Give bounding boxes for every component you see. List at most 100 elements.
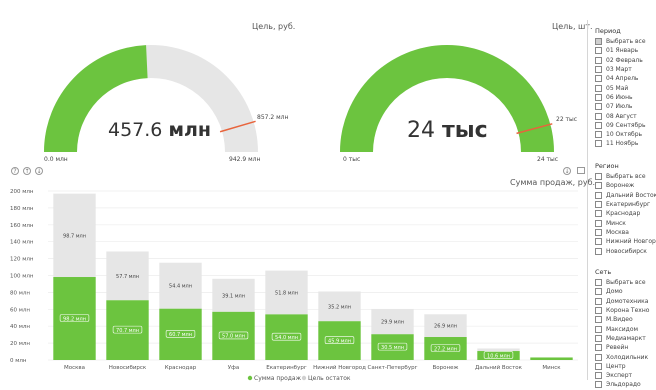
network-item-label: Эксперт bbox=[606, 372, 633, 380]
network-item[interactable]: Медиамаркт bbox=[595, 334, 649, 343]
checkbox[interactable] bbox=[595, 238, 602, 246]
period-item-label: 05 Май bbox=[606, 84, 629, 92]
y-tick-label: 0 млн bbox=[10, 358, 27, 364]
remaining-data-label: 29.9 млн bbox=[381, 320, 404, 326]
checkbox[interactable] bbox=[595, 325, 602, 333]
checkbox[interactable] bbox=[595, 131, 602, 139]
checkbox[interactable] bbox=[595, 381, 602, 389]
period-item[interactable]: 02 Февраль bbox=[595, 56, 646, 65]
checkbox[interactable] bbox=[595, 182, 602, 190]
checkbox[interactable] bbox=[595, 201, 602, 209]
checkbox[interactable] bbox=[595, 47, 602, 55]
bar-sales[interactable] bbox=[530, 357, 573, 360]
period-item[interactable]: 09 Сентябрь bbox=[595, 121, 646, 130]
checkbox[interactable] bbox=[595, 103, 602, 111]
pane-divider bbox=[587, 20, 588, 380]
remaining-data-label: 51.8 млн bbox=[275, 290, 298, 296]
region-item[interactable]: Воронеж bbox=[595, 181, 656, 190]
period-item[interactable]: 04 Апрель bbox=[595, 74, 646, 83]
network-item[interactable]: Корона Техно bbox=[595, 306, 649, 315]
checkbox[interactable] bbox=[595, 219, 602, 227]
checkbox[interactable] bbox=[595, 288, 602, 296]
checkbox[interactable] bbox=[595, 112, 602, 120]
checkbox[interactable] bbox=[595, 56, 602, 64]
region-item[interactable]: Нижний Новгор... bbox=[595, 237, 656, 246]
network-item[interactable]: Максидом bbox=[595, 324, 649, 333]
checkbox[interactable] bbox=[595, 334, 602, 342]
period-item[interactable]: 07 Июль bbox=[595, 102, 646, 111]
period-item[interactable]: 10 Октябрь bbox=[595, 130, 646, 139]
period-title: Период bbox=[595, 27, 621, 35]
checkbox[interactable] bbox=[595, 372, 602, 380]
legend-swatch-remaining bbox=[301, 375, 307, 381]
network-item[interactable]: Домотехника bbox=[595, 297, 649, 306]
network-item[interactable]: Холодильник bbox=[595, 352, 649, 361]
region-title: Регион bbox=[595, 162, 619, 170]
y-tick-label: 120 млн bbox=[10, 257, 34, 263]
y-tick-label: 180 млн bbox=[10, 206, 34, 212]
region-item[interactable]: Новосибирск bbox=[595, 246, 656, 255]
checkbox[interactable] bbox=[595, 297, 602, 305]
network-item[interactable]: Ревейн bbox=[595, 343, 649, 352]
region-item[interactable]: Минск bbox=[595, 218, 656, 227]
period-item[interactable]: 05 Май bbox=[595, 83, 646, 92]
y-tick-label: 100 млн bbox=[10, 274, 34, 280]
sales-data-label: 54.0 млн bbox=[275, 335, 298, 341]
y-tick-label: 80 млн bbox=[10, 290, 30, 296]
checkbox[interactable] bbox=[595, 38, 602, 46]
period-select-all[interactable]: Выбрать все bbox=[595, 37, 646, 46]
checkbox[interactable] bbox=[595, 344, 602, 352]
period-item[interactable]: 03 Март bbox=[595, 65, 646, 74]
region-item-label: Дальний Восток bbox=[606, 191, 656, 199]
checkbox[interactable] bbox=[595, 228, 602, 236]
region-item-label: Воронеж bbox=[606, 182, 635, 190]
period-slicer: Период Выбрать все 01 Январь 02 Февраль 03 М… bbox=[595, 27, 646, 149]
checkbox[interactable] bbox=[595, 66, 602, 74]
checkbox[interactable] bbox=[595, 121, 602, 129]
y-tick-label: 20 млн bbox=[10, 341, 30, 347]
period-item[interactable]: 06 Июнь bbox=[595, 93, 646, 102]
bar-remaining[interactable] bbox=[477, 348, 520, 352]
network-item[interactable]: Эксперт bbox=[595, 371, 649, 380]
checkbox[interactable] bbox=[595, 84, 602, 92]
y-tick-label: 200 млн bbox=[10, 189, 34, 195]
network-item-label: М.Видео bbox=[606, 316, 633, 324]
period-item-label: 11 Ноябрь bbox=[606, 140, 639, 148]
period-item[interactable]: 11 Ноябрь bbox=[595, 139, 646, 148]
checkbox[interactable] bbox=[595, 191, 602, 199]
network-item[interactable]: Домо bbox=[595, 287, 649, 296]
period-item[interactable]: 08 Август bbox=[595, 111, 646, 120]
sales-data-label: 27.2 млн bbox=[434, 346, 457, 352]
checkbox[interactable] bbox=[595, 173, 602, 181]
period-item-label: 09 Сентябрь bbox=[606, 121, 646, 129]
network-item[interactable]: Центр bbox=[595, 362, 649, 371]
checkbox[interactable] bbox=[595, 210, 602, 218]
network-item-label: Центр bbox=[606, 362, 626, 370]
period-item[interactable]: 01 Январь bbox=[595, 46, 646, 55]
network-select-all[interactable]: Выбрать все bbox=[595, 278, 649, 287]
checkbox[interactable] bbox=[595, 307, 602, 315]
network-slicer: Сеть Выбрать все Домо Домотехника Корона Тех… bbox=[595, 268, 649, 390]
region-item[interactable]: Дальний Восток bbox=[595, 191, 656, 200]
period-item-label: 10 Октябрь bbox=[606, 131, 643, 139]
category-label: Краснодар bbox=[165, 365, 197, 371]
checkbox[interactable] bbox=[595, 140, 602, 148]
region-item[interactable]: Екатеринбург bbox=[595, 200, 656, 209]
period-item-label: 02 Февраль bbox=[606, 56, 643, 64]
checkbox[interactable] bbox=[595, 362, 602, 370]
checkbox[interactable] bbox=[595, 316, 602, 324]
sales-bar-chart: 0 млн 20 млн 40 млн 60 млн 80 млн 100 млн 120 … bbox=[10, 189, 578, 382]
region-item[interactable]: Краснодар bbox=[595, 209, 656, 218]
checkbox[interactable] bbox=[595, 353, 602, 361]
region-select-all[interactable]: Выбрать все bbox=[595, 172, 656, 181]
category-label: Новосибирск bbox=[109, 365, 147, 371]
region-item[interactable]: Москва bbox=[595, 228, 656, 237]
region-item-label: Новосибирск bbox=[606, 247, 647, 255]
network-item[interactable]: Эльдорадо bbox=[595, 380, 649, 389]
y-tick-label: 40 млн bbox=[10, 324, 30, 330]
checkbox[interactable] bbox=[595, 93, 602, 101]
checkbox[interactable] bbox=[595, 279, 602, 287]
checkbox[interactable] bbox=[595, 247, 602, 255]
network-item[interactable]: М.Видео bbox=[595, 315, 649, 324]
checkbox[interactable] bbox=[595, 75, 602, 83]
